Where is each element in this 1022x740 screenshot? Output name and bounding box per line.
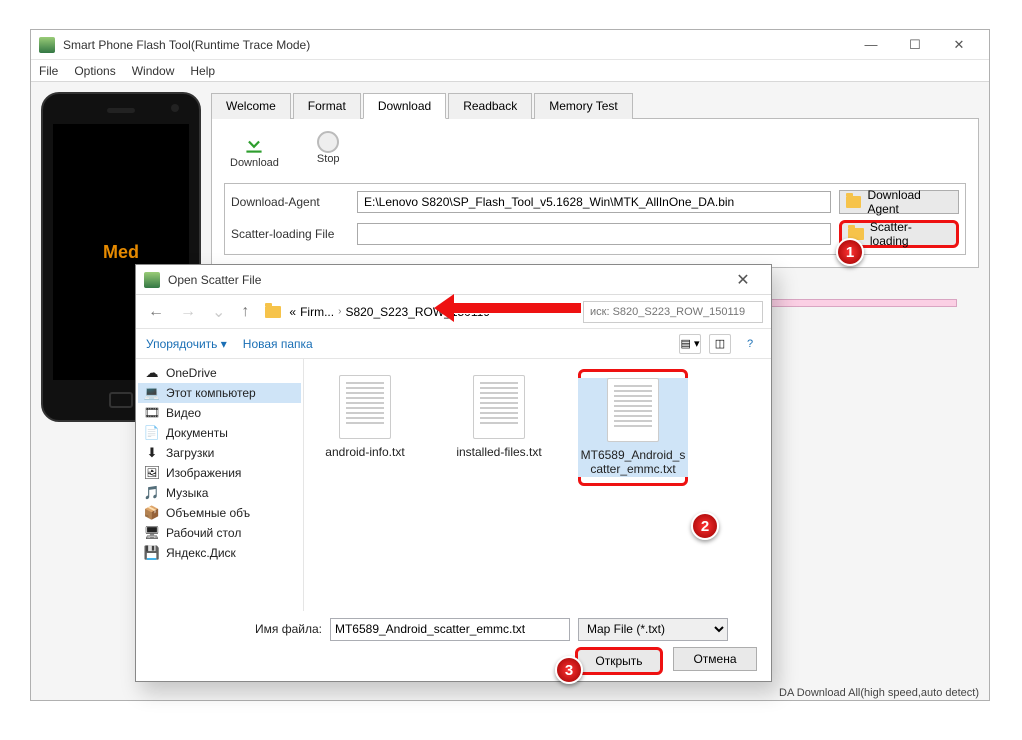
download-action[interactable]: Download	[230, 131, 279, 169]
open-button[interactable]: Открыть	[575, 647, 663, 675]
cancel-button[interactable]: Отмена	[673, 647, 757, 671]
tree-label: OneDrive	[166, 366, 217, 380]
file-name: android-info.txt	[325, 445, 404, 459]
tab-readback[interactable]: Readback	[448, 93, 532, 119]
organize-menu[interactable]: Упорядочить ▾	[146, 337, 227, 351]
titlebar: Smart Phone Flash Tool(Runtime Trace Mod…	[31, 30, 989, 60]
tree-item[interactable]: ☁ OneDrive	[138, 363, 301, 383]
tree-item[interactable]: 📦 Объемные объ	[138, 503, 301, 523]
file-name: MT6589_Android_scatter_emmc.txt	[578, 448, 688, 477]
window-title: Smart Phone Flash Tool(Runtime Trace Mod…	[63, 38, 849, 52]
tree-icon: 💾	[144, 546, 160, 560]
file-list: android-info.txt installed-files.txt MT658…	[304, 359, 771, 611]
annotation-badge-1: 1	[836, 238, 864, 266]
tree-label: Яндекс.Диск	[166, 546, 236, 560]
tree-label: Загрузки	[166, 446, 214, 460]
tree-icon: 💻	[144, 386, 160, 400]
up-button[interactable]: ↑	[237, 303, 253, 321]
status-bar: DA Download All(high speed,auto detect)	[779, 687, 979, 699]
forward-button[interactable]: →	[176, 303, 200, 321]
scatter-input[interactable]	[357, 223, 831, 245]
file-item[interactable]: MT6589_Android_scatter_emmc.txt	[578, 369, 688, 486]
tree-label: Этот компьютер	[166, 386, 256, 400]
filename-row: Имя файла: Map File (*.txt)	[136, 611, 771, 647]
stop-action[interactable]: Stop	[317, 131, 340, 169]
file-icon	[473, 375, 525, 439]
tree-label: Видео	[166, 406, 201, 420]
tab-strip: Welcome Format Download Readback Memory …	[211, 93, 979, 119]
tab-format[interactable]: Format	[293, 93, 361, 119]
minimize-button[interactable]: —	[849, 31, 893, 59]
tree-label: Рабочий стол	[166, 526, 241, 540]
tree-item[interactable]: 💻 Этот компьютер	[138, 383, 301, 403]
app-icon	[144, 272, 160, 288]
tree-label: Документы	[166, 426, 228, 440]
download-icon	[241, 131, 267, 157]
tree-icon: 📦	[144, 506, 160, 520]
tab-download[interactable]: Download	[363, 93, 446, 119]
tree-item[interactable]: 📄 Документы	[138, 423, 301, 443]
download-label: Download	[230, 157, 279, 169]
dialog-search[interactable]	[583, 301, 763, 323]
da-label: Download-Agent	[231, 195, 349, 209]
recent-button[interactable]: ⌄	[208, 302, 229, 322]
tree-label: Объемные объ	[166, 506, 250, 520]
tree-label: Музыка	[166, 486, 208, 500]
tree-item[interactable]: 🖼 Изображения	[138, 463, 301, 483]
menu-window[interactable]: Window	[132, 64, 175, 78]
folder-icon	[265, 306, 281, 318]
filename-label: Имя файла:	[255, 622, 322, 636]
back-button[interactable]: ←	[144, 303, 168, 321]
tree-icon: 📄	[144, 426, 160, 440]
download-panel: Download Stop Download-Agent Download Ag…	[211, 118, 979, 268]
stop-label: Stop	[317, 153, 340, 165]
tree-item[interactable]: 🖥 Рабочий стол	[138, 523, 301, 543]
tab-welcome[interactable]: Welcome	[211, 93, 291, 119]
folder-icon	[846, 196, 861, 208]
filename-input[interactable]	[330, 618, 570, 641]
da-input[interactable]	[357, 191, 831, 213]
tree-icon: 🖥	[144, 526, 160, 540]
dialog-toolbar: Упорядочить ▾ Новая папка ▤ ▾ ◫ ?	[136, 329, 771, 359]
menubar: File Options Window Help	[31, 60, 989, 82]
annotation-badge-2: 2	[691, 512, 719, 540]
menu-options[interactable]: Options	[74, 64, 115, 78]
annotation-badge-3: 3	[555, 656, 583, 684]
tree-icon: 🖼	[144, 466, 160, 480]
menu-file[interactable]: File	[39, 64, 58, 78]
nav-tree: ☁ OneDrive 💻 Этот компьютер 🎞 Видео 📄 Документы…	[136, 359, 304, 611]
file-icon	[607, 378, 659, 442]
file-item[interactable]: installed-files.txt	[444, 369, 554, 469]
tree-icon: ☁	[144, 366, 160, 380]
filetype-select[interactable]: Map File (*.txt)	[578, 618, 728, 641]
scatter-label: Scatter-loading File	[231, 227, 349, 241]
close-button[interactable]: ✕	[937, 31, 981, 59]
app-icon	[39, 37, 55, 53]
open-file-dialog: Open Scatter File ✕ ← → ⌄ ↑ « Firm... › …	[135, 264, 772, 682]
help-button[interactable]: ?	[739, 334, 761, 354]
new-folder-button[interactable]: Новая папка	[243, 337, 313, 351]
stop-icon	[317, 131, 339, 153]
view-mode-button[interactable]: ▤ ▾	[679, 334, 701, 354]
tree-item[interactable]: 🎞 Видео	[138, 403, 301, 423]
tab-memory-test[interactable]: Memory Test	[534, 93, 632, 119]
tree-icon: 🎵	[144, 486, 160, 500]
maximize-button[interactable]: ☐	[893, 31, 937, 59]
tree-icon: 🎞	[144, 406, 160, 420]
tree-label: Изображения	[166, 466, 241, 480]
download-agent-button[interactable]: Download Agent	[839, 190, 959, 214]
preview-pane-button[interactable]: ◫	[709, 334, 731, 354]
dialog-close-button[interactable]: ✕	[723, 270, 763, 290]
dialog-title: Open Scatter File	[168, 273, 723, 287]
menu-help[interactable]: Help	[190, 64, 215, 78]
tree-item[interactable]: ⬇ Загрузки	[138, 443, 301, 463]
file-name: installed-files.txt	[456, 445, 541, 459]
file-icon	[339, 375, 391, 439]
tree-item[interactable]: 🎵 Музыка	[138, 483, 301, 503]
file-item[interactable]: android-info.txt	[310, 369, 420, 469]
tree-icon: ⬇	[144, 446, 160, 460]
annotation-arrow	[452, 302, 582, 314]
tree-item[interactable]: 💾 Яндекс.Диск	[138, 543, 301, 563]
